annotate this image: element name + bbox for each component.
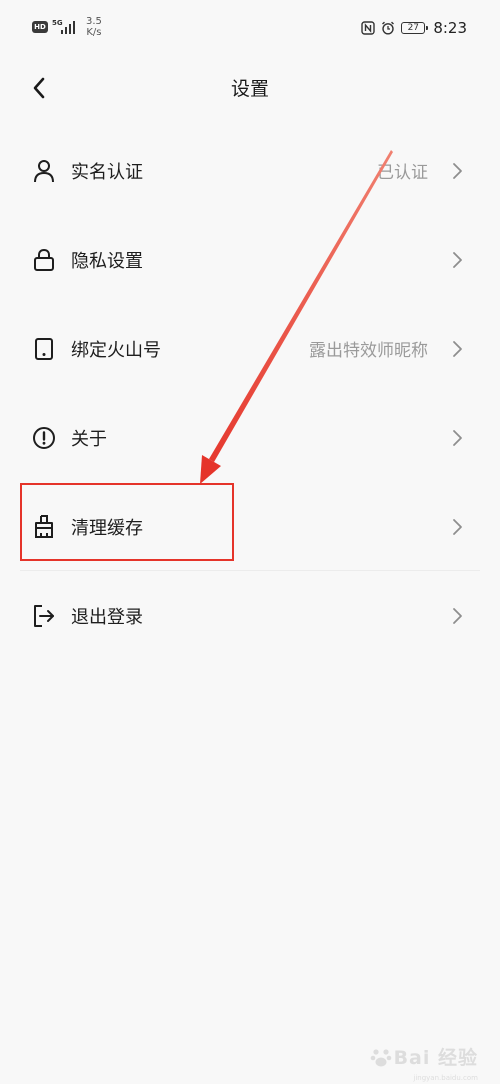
hd-badge: HD — [32, 21, 48, 33]
settings-item-label: 实名认证 — [71, 161, 143, 183]
nfc-icon — [361, 21, 376, 35]
chevron-right-icon — [453, 251, 462, 268]
settings-item-bind-account[interactable]: 绑定火山号 露出特效师昵称 — [0, 304, 500, 393]
signal-icon: 5G — [52, 19, 78, 35]
settings-item-privacy[interactable]: 隐私设置 — [0, 215, 500, 304]
settings-item-real-name[interactable]: 实名认证 已认证 — [0, 126, 500, 215]
settings-item-label: 关于 — [71, 428, 107, 450]
lock-icon — [31, 247, 57, 273]
chevron-right-icon — [453, 518, 462, 535]
settings-item-about[interactable]: 关于 — [0, 393, 500, 482]
status-bar: HD 5G 3.5 K/s 27 8:23 — [0, 0, 500, 56]
page-title: 设置 — [230, 78, 269, 100]
logout-icon — [31, 603, 57, 629]
settings-item-value: 已认证 — [377, 163, 428, 183]
tablet-icon — [31, 336, 57, 362]
settings-list: 实名认证 已认证 隐私设置 绑定火山号 露出特效师昵称 关于 清理缓存 退出登录 — [0, 126, 500, 660]
net-speed-unit: K/s — [86, 27, 102, 38]
person-icon — [31, 158, 57, 184]
brush-icon — [31, 514, 57, 540]
settings-item-label: 退出登录 — [71, 606, 143, 628]
alarm-icon — [382, 21, 395, 35]
net-speed-value: 3.5 — [86, 16, 102, 27]
battery-icon: 27 — [401, 22, 429, 34]
settings-item-label: 清理缓存 — [71, 517, 143, 539]
paw-icon — [370, 1048, 391, 1066]
status-time: 8:23 — [433, 19, 467, 37]
chevron-right-icon — [453, 607, 462, 624]
settings-item-logout[interactable]: 退出登录 — [0, 571, 500, 660]
info-circle-icon — [31, 425, 57, 451]
battery-level: 27 — [407, 23, 420, 33]
watermark-text: Bai 经验 — [393, 1047, 478, 1069]
settings-item-label: 绑定火山号 — [71, 339, 161, 361]
watermark-logo: Bai 经验 jingyan.baidu.com — [370, 1043, 478, 1082]
header: 设置 — [0, 60, 500, 116]
settings-item-clear-cache[interactable]: 清理缓存 — [0, 482, 500, 571]
status-bar-left: HD 5G 3.5 K/s — [32, 16, 102, 38]
chevron-right-icon — [453, 429, 462, 446]
status-bar-right: 27 8:23 — [361, 19, 467, 37]
chevron-right-icon — [453, 162, 462, 179]
chevron-right-icon — [453, 340, 462, 357]
settings-item-value: 露出特效师昵称 — [309, 341, 428, 361]
watermark-url: jingyan.baidu.com — [413, 1074, 478, 1082]
settings-item-label: 隐私设置 — [71, 250, 143, 272]
section-divider — [20, 570, 480, 571]
net-speed: 3.5 K/s — [86, 16, 102, 38]
signal-bars — [61, 21, 75, 34]
